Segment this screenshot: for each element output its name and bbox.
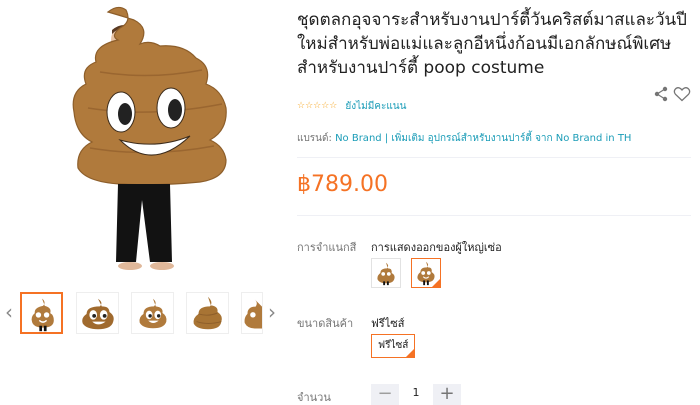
selected-corner-mark: [406, 349, 415, 357]
quantity-value[interactable]: 1: [407, 386, 425, 399]
brand-row: แบรนด์: No Brand | เพิ่มเติม อุปกรณ์สำหร…: [297, 131, 631, 146]
rating-text[interactable]: ยังไม่มีคะแนน: [345, 99, 406, 114]
color-option-2[interactable]: [411, 258, 441, 288]
size-value: ฟรีไซส์: [371, 317, 405, 330]
selected-corner-mark: [432, 279, 440, 287]
rating-row[interactable]: ☆☆☆☆☆ ยังไม่มีคะแนน: [297, 99, 406, 113]
main-product-image[interactable]: [0, 0, 282, 282]
quantity-decrease-button[interactable]: −: [371, 384, 399, 405]
thumbnail-prev-button[interactable]: ‹: [2, 300, 16, 324]
divider: [297, 157, 691, 158]
product-title: ชุดตลกอุจจาระสำหรับงานปาร์ตี้วันคริสต์มา…: [297, 10, 687, 78]
color-value: การแสดงออกของผู้ใหญ่เซ่อ: [371, 241, 502, 254]
size-option-label: ฟรีไซส์: [378, 340, 409, 351]
thumbnail-2[interactable]: [76, 292, 119, 334]
thumbnail-3[interactable]: [131, 292, 174, 334]
quantity-label: จำนวน: [297, 391, 331, 404]
quantity-increase-button[interactable]: +: [433, 384, 461, 405]
brand-label: แบรนด์:: [297, 133, 332, 144]
divider: [297, 215, 691, 216]
thumbnail-strip: ‹ ›: [0, 286, 282, 338]
thumbnail-next-button[interactable]: ›: [265, 300, 279, 324]
rating-stars: ☆☆☆☆☆: [297, 101, 338, 111]
product-price: ฿789.00: [297, 172, 388, 197]
size-option-free[interactable]: ฟรีไซส์: [371, 334, 416, 358]
share-icon[interactable]: [653, 86, 669, 102]
brand-link[interactable]: No Brand: [335, 133, 382, 144]
wishlist-heart-icon[interactable]: [673, 86, 691, 102]
color-option-1[interactable]: [371, 258, 401, 288]
thumbnail-5[interactable]: [241, 292, 263, 334]
thumbnail-1[interactable]: [20, 292, 63, 334]
brand-more-link[interactable]: | เพิ่มเติม อุปกรณ์สำหรับงานปาร์ตี้ จาก …: [385, 133, 632, 144]
thumbnail-4[interactable]: [186, 292, 229, 334]
color-label: การจำแนกสี: [297, 241, 357, 254]
size-label: ขนาดสินค้า: [297, 317, 354, 330]
